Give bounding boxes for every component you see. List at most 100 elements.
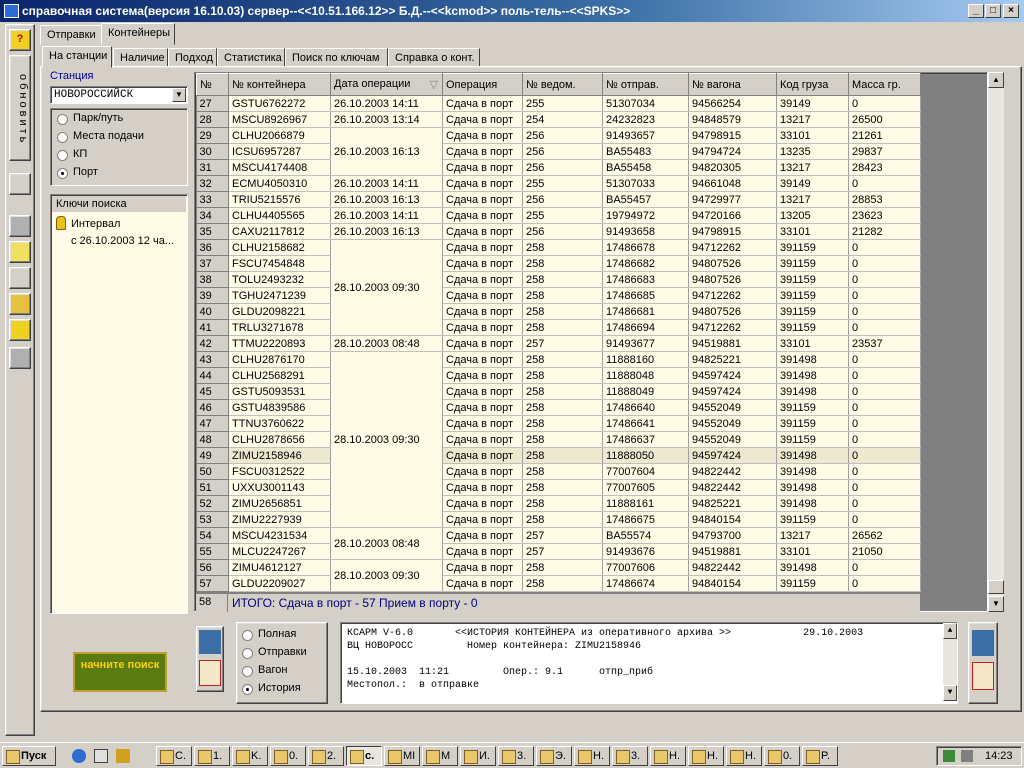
console-scrollbar[interactable]: ▲ ▼	[943, 623, 957, 701]
table-row[interactable]: 55 MLCU2247267 Сдача в порт 257 91493676 9451…	[196, 543, 921, 560]
table-row[interactable]: 54 MSCU4231534 28.10.2003 08:48 Сдача в пор…	[196, 527, 921, 560]
tab-na-stantsii[interactable]: На станции	[42, 46, 112, 68]
taskbar-window-button[interactable]: 0.	[764, 746, 800, 766]
taskbar-window-button[interactable]: K.	[232, 746, 268, 766]
radio-otpravki[interactable]	[242, 648, 253, 659]
tab-nalichie[interactable]: Наличие	[113, 48, 168, 68]
table-row[interactable]: 28 MSCU8926967 26.10.2003 13:14 Сдача в пор…	[196, 111, 921, 128]
tab-konteynery[interactable]: Контейнеры	[101, 23, 175, 45]
table-row[interactable]: 42 TTMU2220893 28.10.2003 08:48 Сдача в пор…	[196, 335, 921, 352]
radio-full[interactable]	[242, 630, 253, 641]
table-row[interactable]: 40 GLDU2098221 Сдача в порт 258 17486681 9480…	[196, 303, 921, 320]
taskbar-window-button[interactable]: Э.	[536, 746, 572, 766]
table-row[interactable]: 51 UXXU3001143 Сдача в порт 258 77007605 9482…	[196, 479, 921, 496]
table-row[interactable]: 31 MSCU4174408 Сдача в порт 256 BA55458 94820…	[196, 159, 921, 176]
start-menu-button[interactable]: Пуск	[2, 746, 56, 766]
table-row[interactable]: 41 TRLU3271678 Сдача в порт 258 17486694 9471…	[196, 319, 921, 336]
radio-park-put[interactable]	[57, 114, 68, 125]
table-row[interactable]: 38 TOLU2493232 Сдача в порт 258 17486683 9480…	[196, 271, 921, 288]
refresh-button[interactable]: обновить	[9, 55, 31, 161]
minimize-button[interactable]: _	[968, 4, 984, 18]
help-button[interactable]: ?	[9, 29, 31, 51]
network-icon[interactable]	[943, 750, 955, 762]
taskbar-window-button[interactable]: c.	[346, 746, 382, 766]
history-console[interactable]: КСАРМ V-6.0 <<ИСТОРИЯ КОНТЕЙНЕРА из опер…	[340, 622, 958, 704]
col-header-otprav[interactable]: № отправ.	[602, 73, 689, 96]
grid-scrollbar[interactable]: ▲ ▼	[988, 72, 1004, 612]
taskbar-window-button[interactable]: 0.	[270, 746, 306, 766]
export-icon-2[interactable]	[972, 630, 994, 656]
document-icon[interactable]	[199, 660, 221, 686]
pencil-launch-icon[interactable]	[116, 749, 130, 763]
taskbar-window-button[interactable]: 1.	[194, 746, 230, 766]
radio-history[interactable]	[242, 684, 253, 695]
station-select[interactable]: НОВОРОССИЙСК ▼	[50, 86, 188, 104]
scroll-down-icon[interactable]: ▼	[988, 596, 1004, 612]
col-header-mass[interactable]: Масса гр.	[848, 73, 921, 96]
document-icon-2[interactable]	[972, 662, 994, 690]
taskbar-window-button[interactable]: H.	[688, 746, 724, 766]
col-header-num[interactable]: №	[196, 73, 229, 96]
taskbar-window-button[interactable]: И.	[460, 746, 496, 766]
table-row[interactable]: 35 CAXU2117812 26.10.2003 16:13 Сдача в пор…	[196, 223, 921, 240]
tab-statistika[interactable]: Статистика	[217, 48, 285, 68]
table-row[interactable]: 52 ZIMU2656851 Сдача в порт 258 11888161 9482…	[196, 495, 921, 512]
table-row[interactable]: 29 CLHU2066879 26.10.2003 16:13 Сдача в пор…	[196, 127, 921, 176]
col-header-cargo-code[interactable]: Код груза	[776, 73, 849, 96]
taskbar-window-button[interactable]: H.	[650, 746, 686, 766]
radio-port[interactable]	[57, 168, 68, 179]
table-row[interactable]: 36 CLHU2158682 28.10.2003 09:30 Сдача в пор…	[196, 239, 921, 336]
table-row[interactable]: 37 FSCU7454848 Сдача в порт 258 17486682 9480…	[196, 255, 921, 272]
table-row[interactable]: 53 ZIMU2227939 Сдача в порт 258 17486675 9484…	[196, 511, 921, 528]
table-row[interactable]: 57 GLDU2209027 Сдача в порт 258 17486674 9484…	[196, 575, 921, 592]
table-row[interactable]: 44 CLHU2568291 Сдача в порт 258 11888048 9459…	[196, 367, 921, 384]
maximize-button[interactable]: □	[985, 4, 1001, 18]
taskbar-window-button[interactable]: 3.	[498, 746, 534, 766]
taskbar-window-button[interactable]: MI	[384, 746, 420, 766]
col-header-date[interactable]: Дата операции ▽	[330, 73, 443, 96]
table-row[interactable]: 49 ZIMU2158946 Сдача в порт 258 11888050 9459…	[196, 447, 921, 464]
table-row[interactable]: 30 ICSU6957287 Сдача в порт 256 BA55483 94794…	[196, 143, 921, 160]
taskbar-window-button[interactable]: H.	[574, 746, 610, 766]
table-row[interactable]: 46 GSTU4839586 Сдача в порт 258 17486640 9455…	[196, 399, 921, 416]
console-scroll-up-icon[interactable]: ▲	[943, 623, 957, 639]
taskbar-window-button[interactable]: P.	[802, 746, 838, 766]
table-row[interactable]: 27 GSTU6762272 26.10.2003 14:11 Сдача в пор…	[196, 95, 921, 112]
table-row[interactable]: 48 CLHU2878656 Сдача в порт 258 17486637 9455…	[196, 431, 921, 448]
radio-mesta-podachi[interactable]	[57, 132, 68, 143]
taskbar-window-button[interactable]: H.	[726, 746, 762, 766]
pencil-icon[interactable]	[9, 241, 31, 263]
close-button[interactable]: ×	[1003, 4, 1019, 18]
table-row[interactable]: 32 ECMU4050310 26.10.2003 14:11 Сдача в пор…	[196, 175, 921, 192]
taskbar-window-button[interactable]: M	[422, 746, 458, 766]
radio-kp[interactable]	[57, 150, 68, 161]
console-scroll-down-icon[interactable]: ▼	[943, 685, 957, 701]
col-header-wagon[interactable]: № вагона	[688, 73, 777, 96]
table-row[interactable]: 56 ZIMU4612127 28.10.2003 09:30 Сдача в пор…	[196, 559, 921, 592]
table-row[interactable]: 33 TRIU5215576 26.10.2003 16:13 Сдача в пор…	[196, 191, 921, 208]
search-key-item[interactable]: Интервал	[71, 218, 120, 230]
tab-spravka-o-kont[interactable]: Справка о конт.	[388, 48, 480, 68]
table-row[interactable]: 47 TTNU3760622 Сдача в порт 258 17486641 9455…	[196, 415, 921, 432]
speaker-icon[interactable]	[961, 750, 973, 762]
tab-podkhod[interactable]: Подход	[168, 48, 217, 68]
export-icon[interactable]	[199, 630, 221, 654]
taskbar-window-button[interactable]: 3.	[612, 746, 648, 766]
tab-poisk-po-klyucham[interactable]: Поиск по ключам	[285, 48, 388, 68]
scroll-thumb[interactable]	[988, 580, 1004, 594]
taskbar-window-button[interactable]: С.	[156, 746, 192, 766]
start-search-button[interactable]: начните поиск	[73, 652, 167, 692]
table-row[interactable]: 50 FSCU0312522 Сдача в порт 258 77007604 9482…	[196, 463, 921, 480]
table-row[interactable]: 34 CLHU4405565 26.10.2003 14:11 Сдача в пор…	[196, 207, 921, 224]
tab-otpravki[interactable]: Отправки	[40, 25, 102, 45]
pen-icon[interactable]	[9, 267, 31, 289]
blank-button-2[interactable]	[9, 347, 31, 369]
table-row[interactable]: 43 CLHU2876170 28.10.2003 09:30 Сдача в пор…	[196, 351, 921, 528]
table-row[interactable]: 45 GSTU5093531 Сдача в порт 258 11888049 9459…	[196, 383, 921, 400]
radio-vagon[interactable]	[242, 666, 253, 677]
blank-button[interactable]	[9, 215, 31, 237]
key-lock-icon[interactable]	[9, 173, 31, 195]
key-icon[interactable]	[9, 319, 31, 341]
table-row[interactable]: 39 TGHU2471239 Сдача в порт 258 17486685 9471…	[196, 287, 921, 304]
scroll-up-icon[interactable]: ▲	[988, 72, 1004, 88]
